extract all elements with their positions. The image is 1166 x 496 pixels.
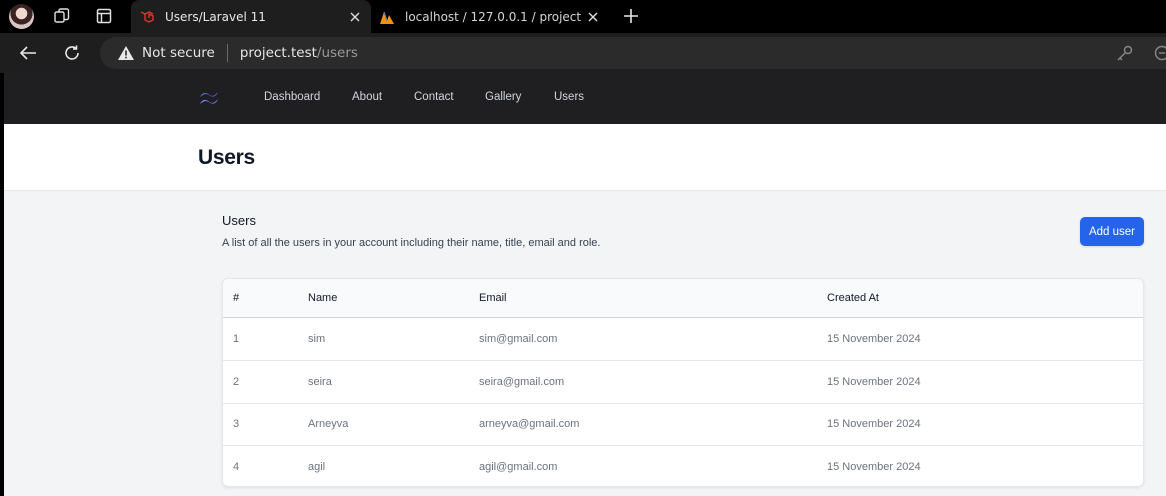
warning-icon[interactable]: [117, 45, 135, 61]
tab-users-laravel[interactable]: Users/Laravel 11: [131, 0, 371, 33]
laravel-icon: [140, 10, 154, 23]
close-tab-icon[interactable]: [345, 7, 365, 27]
tab-title: localhost / 127.0.0.1 / project / users: [405, 9, 583, 24]
cell-name: agil: [308, 461, 326, 473]
cell-name: seira: [308, 376, 332, 388]
arrow-left-icon: [19, 46, 36, 60]
column-header-email: Email: [479, 292, 507, 304]
cell-name: Arneyva: [308, 418, 349, 430]
column-header-name: Name: [308, 292, 338, 304]
site-navbar: Dashboard About Contact Gallery Users: [4, 73, 1166, 124]
nav-link-about[interactable]: About: [352, 91, 382, 103]
browser-tab-strip: Users/Laravel 11 localhost / 127.0.0.1 /…: [0, 0, 1166, 33]
page-header: Users: [4, 124, 1166, 191]
table-row: 2 seira seira@gmail.com 15 November 2024: [223, 361, 1143, 404]
nav-link-contact[interactable]: Contact: [414, 91, 454, 103]
url-host[interactable]: project.test: [240, 45, 317, 61]
page-title: Users: [198, 146, 255, 169]
reload-icon: [65, 45, 79, 60]
back-button[interactable]: [14, 40, 42, 66]
tab-phpmyadmin[interactable]: localhost / 127.0.0.1 / project / users: [371, 0, 609, 33]
cell-created-at: 15 November 2024: [827, 376, 921, 388]
separator: [226, 44, 228, 62]
table-header: # Name Email Created At: [223, 279, 1143, 318]
cell-number: 4: [233, 461, 240, 473]
cell-email: seira@gmail.com: [479, 376, 565, 388]
new-tab-button[interactable]: [618, 4, 644, 28]
table-row: 3 Arneyva arneyva@gmail.com 15 November …: [223, 403, 1143, 446]
tailwind-logo-icon[interactable]: [198, 88, 222, 110]
column-header-created-at: Created At: [827, 292, 879, 304]
cell-created-at: 15 November 2024: [827, 461, 921, 473]
section-title: Users: [222, 213, 256, 228]
tab-actions-icon[interactable]: [89, 3, 119, 29]
reload-button[interactable]: [58, 40, 86, 66]
table-row: 4 agil agil@gmail.com 15 November 2024: [223, 446, 1143, 486]
cell-email: sim@gmail.com: [479, 333, 558, 345]
section-description: A list of all the users in your account …: [222, 237, 601, 249]
cell-created-at: 15 November 2024: [827, 418, 921, 430]
tab-title: Users/Laravel 11: [165, 9, 266, 24]
cell-number: 3: [233, 418, 240, 430]
security-label[interactable]: Not secure: [142, 45, 215, 61]
cell-number: 2: [233, 376, 240, 388]
profile-menu-icon[interactable]: [1154, 45, 1166, 61]
nav-link-gallery[interactable]: Gallery: [485, 91, 521, 103]
column-header-number: #: [233, 292, 240, 304]
workspaces-icon[interactable]: [47, 3, 77, 29]
key-icon[interactable]: [1116, 45, 1134, 61]
profile-avatar[interactable]: [9, 4, 34, 29]
table-row: 1 sim sim@gmail.com 15 November 2024: [223, 318, 1143, 361]
users-table: # Name Email Created At 1 sim sim@gmail.…: [222, 278, 1144, 487]
cell-email: arneyva@gmail.com: [479, 418, 580, 430]
nav-link-dashboard[interactable]: Dashboard: [264, 91, 320, 103]
address-bar[interactable]: Not secure project.test/users: [100, 37, 1166, 69]
phpmyadmin-icon: [380, 11, 394, 24]
cell-name: sim: [308, 333, 326, 345]
nav-link-users[interactable]: Users: [554, 91, 584, 103]
page-viewport: Dashboard About Contact Gallery Users Us…: [4, 73, 1166, 496]
plus-icon: [624, 9, 638, 23]
cell-email: agil@gmail.com: [479, 461, 558, 473]
add-user-button[interactable]: Add user: [1080, 217, 1144, 246]
cell-number: 1: [233, 333, 240, 345]
close-tab-icon[interactable]: [583, 7, 603, 27]
cell-created-at: 15 November 2024: [827, 333, 921, 345]
url-path[interactable]: /users: [317, 45, 358, 61]
